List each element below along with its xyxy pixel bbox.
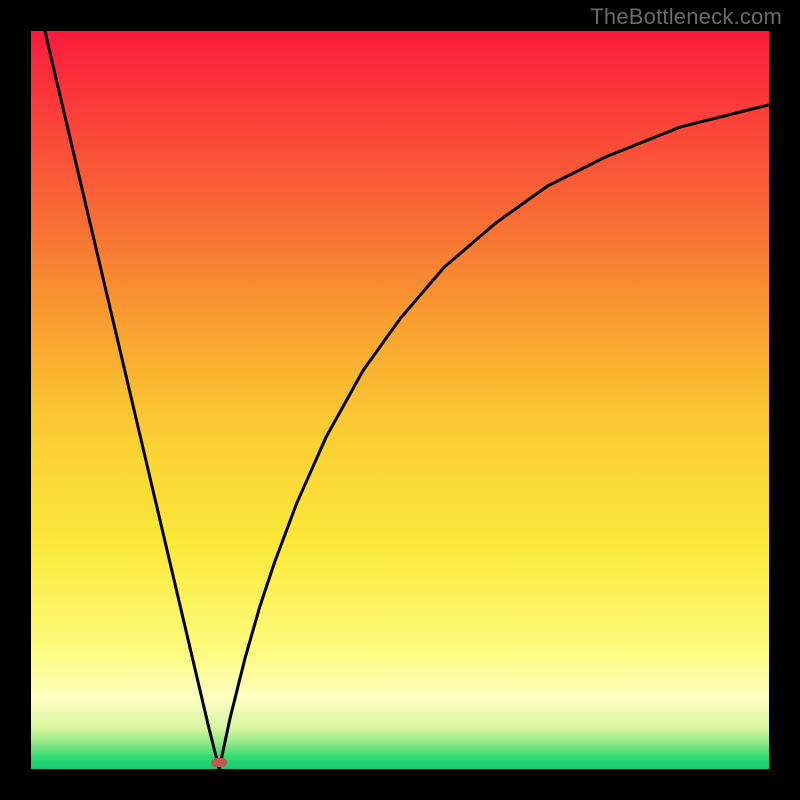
watermark-text: TheBottleneck.com [590,4,782,30]
minimum-marker [211,758,227,767]
bottleneck-curve [31,31,769,769]
chart-frame: TheBottleneck.com [0,0,800,800]
plot-area [31,31,769,769]
